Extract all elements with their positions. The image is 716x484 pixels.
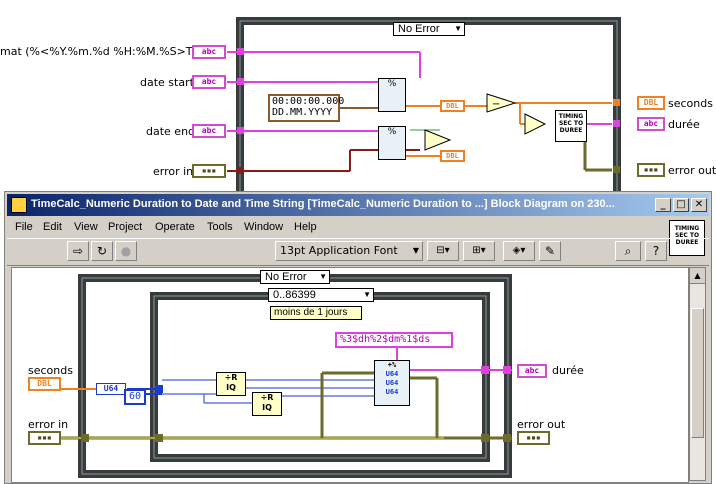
maximize-button[interactable]: □ (673, 198, 689, 212)
dbl-convert-start[interactable]: DBL (440, 100, 465, 112)
menu-help[interactable]: Help (294, 221, 317, 233)
toolbar: ⇨ ↻ ● 13pt Application Font ▼ ⊟▾ ⊞▾ ◈▾ ✎… (7, 238, 709, 266)
dropdown-arrow-icon: ▼ (454, 24, 462, 33)
duree-terminal[interactable]: abc (637, 117, 665, 131)
top-wires: − (227, 17, 621, 191)
minimize-button[interactable]: _ (655, 198, 671, 212)
menu-file[interactable]: File (15, 221, 33, 233)
abort-icon[interactable]: ● (115, 241, 137, 261)
error-out-terminal[interactable]: ▪▪▪ (517, 431, 550, 445)
window-titlebar[interactable]: TimeCalc_Numeric Duration to Date and Ti… (7, 194, 709, 216)
bottom-case-selector[interactable]: No Error ▼ (260, 270, 330, 284)
help-icon[interactable]: ? (645, 241, 667, 261)
format-label: mat (%<%Y.%m.%d %H:%M.%S>T) (0, 45, 197, 58)
block-diagram-window: TimeCalc_Numeric Duration to Date and Ti… (4, 191, 712, 484)
run-continuously-icon[interactable]: ↻ (91, 241, 113, 261)
seconds-terminal[interactable]: DBL (28, 377, 61, 391)
window-title: TimeCalc_Numeric Duration to Date and Ti… (31, 198, 615, 210)
inner-case-comment: moins de 1 jours (270, 306, 362, 320)
bottom-case-selector-label: No Error (265, 271, 307, 283)
error-out-label: error out (668, 164, 716, 177)
date-end-label: date end (146, 125, 196, 138)
menu-tools[interactable]: Tools (207, 221, 233, 233)
u64-convert-node[interactable]: U64 (96, 383, 126, 395)
cleanup-diagram-icon[interactable]: ✎ (539, 241, 561, 261)
duree-label: durée (668, 118, 700, 131)
run-arrow-icon[interactable]: ⇨ (67, 241, 89, 261)
vertical-scrollbar[interactable]: ▲ (689, 267, 706, 481)
top-case-selector-label: No Error (398, 23, 440, 35)
search-icon[interactable]: ⌕ (615, 241, 641, 261)
inner-case-selector-label: 0..86399 (273, 289, 316, 301)
format-into-string-node[interactable]: +% U64 U64 U64 (374, 360, 410, 406)
dbl-convert-end[interactable]: DBL (440, 150, 465, 162)
format-string-constant[interactable]: %3$dh%2$dm%1$ds (335, 332, 453, 348)
menu-bar: File Edit View Project Operate Tools Win… (7, 218, 709, 236)
seconds-label: seconds (668, 97, 713, 110)
constant-60[interactable]: 60 (124, 389, 146, 405)
quotient-remainder-node-2[interactable]: ÷R IQ (252, 392, 282, 416)
seconds-terminal[interactable]: DBL (637, 96, 665, 110)
date-start-terminal[interactable]: abc (192, 75, 226, 89)
font-dropdown-label: 13pt Application Font (280, 244, 398, 257)
inner-case-selector[interactable]: 0..86399 ▼ (268, 288, 374, 302)
chevron-down-icon: ▼ (412, 246, 419, 255)
dropdown-arrow-icon: ▼ (363, 290, 371, 299)
menu-project[interactable]: Project (108, 221, 142, 233)
seconds-label: seconds (28, 364, 73, 377)
error-in-terminal[interactable]: ▪▪▪ (192, 164, 226, 178)
menu-view[interactable]: View (74, 221, 98, 233)
diagram-canvas[interactable]: No Error ▼ 0..86399 ▼ moins de 1 jours s… (11, 267, 689, 483)
error-in-label: error in (153, 165, 194, 178)
align-objects-icon[interactable]: ⊟▾ (427, 241, 459, 261)
duree-label: durée (552, 364, 584, 377)
svg-text:−: − (492, 99, 500, 110)
close-button[interactable]: ✕ (691, 198, 707, 212)
date-start-label: date start (140, 76, 194, 89)
error-out-terminal[interactable]: ▪▪▪ (637, 163, 665, 177)
font-dropdown[interactable]: 13pt Application Font ▼ (275, 241, 423, 261)
reorder-icon[interactable]: ◈▾ (503, 241, 535, 261)
scroll-up-icon[interactable]: ▲ (690, 268, 705, 284)
time-format-constant[interactable]: 00:00:00.000 DD.MM.YYYY (268, 94, 344, 122)
scan-string-node-end[interactable]: % (378, 126, 406, 160)
top-case-selector[interactable]: No Error ▼ (393, 22, 465, 36)
menu-operate[interactable]: Operate (155, 221, 195, 233)
quotient-remainder-node-1[interactable]: ÷R IQ (216, 372, 246, 396)
labview-app-icon (11, 197, 27, 213)
date-end-terminal[interactable]: abc (192, 124, 226, 138)
timing-sec-to-duree-vi[interactable]: TIMING SEC TO DUREE (555, 110, 587, 142)
duree-terminal[interactable]: abc (517, 364, 547, 378)
error-in-label: error in (28, 418, 69, 431)
error-in-terminal[interactable]: ▪▪▪ (28, 431, 61, 445)
scan-string-node-start[interactable]: % (378, 78, 406, 112)
menu-window[interactable]: Window (244, 221, 283, 233)
format-terminal[interactable]: abc (192, 45, 226, 59)
distribute-objects-icon[interactable]: ⊞▾ (463, 241, 495, 261)
scrollbar-thumb[interactable] (691, 308, 704, 438)
error-out-label: error out (517, 418, 566, 431)
menu-edit[interactable]: Edit (43, 221, 62, 233)
dropdown-arrow-icon: ▼ (319, 272, 327, 281)
